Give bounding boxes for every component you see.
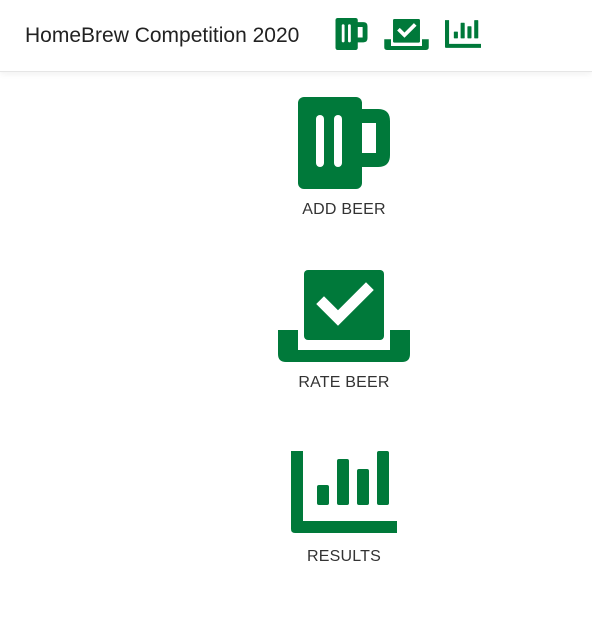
bar-chart-icon <box>270 451 418 533</box>
rate-beer-label: RATE BEER <box>298 374 390 391</box>
results-button[interactable]: RESULTS <box>270 451 418 567</box>
rate-beer-button[interactable]: RATE BEER <box>270 270 418 393</box>
nav-rate-beer-link[interactable] <box>384 19 429 50</box>
ballot-check-icon <box>384 19 429 50</box>
add-beer-button[interactable]: ADD BEER <box>270 97 418 220</box>
nav-results-link[interactable] <box>445 20 481 48</box>
top-navbar: HomeBrew Competition 2020 <box>0 0 592 72</box>
add-beer-label: ADD BEER <box>302 201 386 218</box>
ballot-check-icon <box>270 270 418 362</box>
results-label: RESULTS <box>306 548 381 565</box>
beer-mug-icon <box>270 97 418 189</box>
nav-add-beer-link[interactable] <box>335 18 368 50</box>
bar-chart-icon <box>445 20 481 48</box>
beer-mug-icon <box>335 18 368 50</box>
app-title[interactable]: HomeBrew Competition 2020 <box>25 22 299 50</box>
